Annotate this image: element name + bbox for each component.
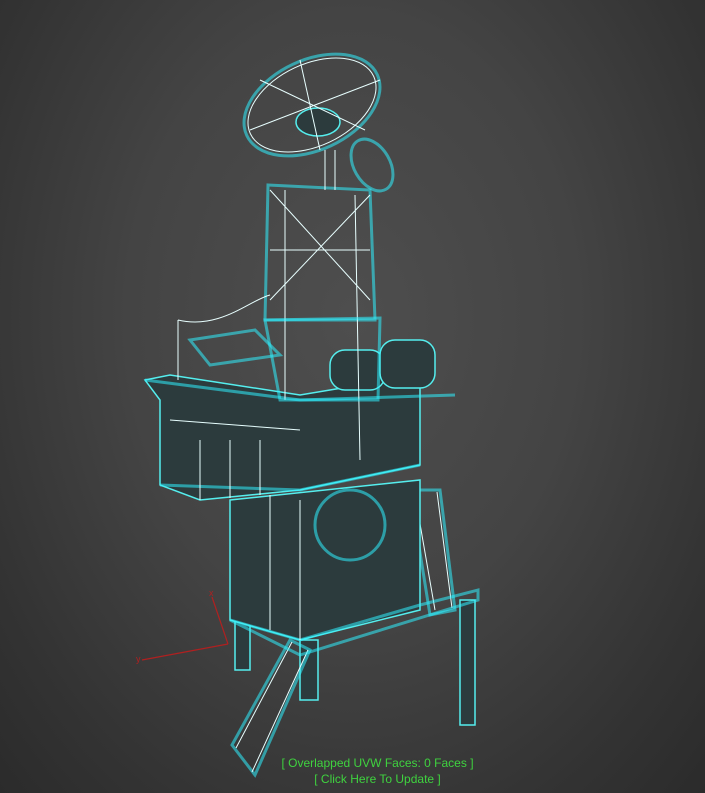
3d-viewport[interactable]: y x — [0, 0, 705, 793]
tanks — [329, 339, 436, 391]
lower-building — [229, 479, 421, 641]
click-to-update-link[interactable]: [ Click Here To Update ] — [25, 772, 705, 786]
satellite-dish-large — [242, 52, 382, 190]
radio-tower-model[interactable] — [143, 34, 480, 778]
gizmo-x-label: x — [209, 588, 214, 598]
overlapped-uvw-faces-status: [ Overlapped UVW Faces: 0 Faces ] — [281, 756, 474, 770]
gizmo-y-label: y — [136, 654, 141, 664]
axis-gizmo: y x — [136, 588, 229, 664]
